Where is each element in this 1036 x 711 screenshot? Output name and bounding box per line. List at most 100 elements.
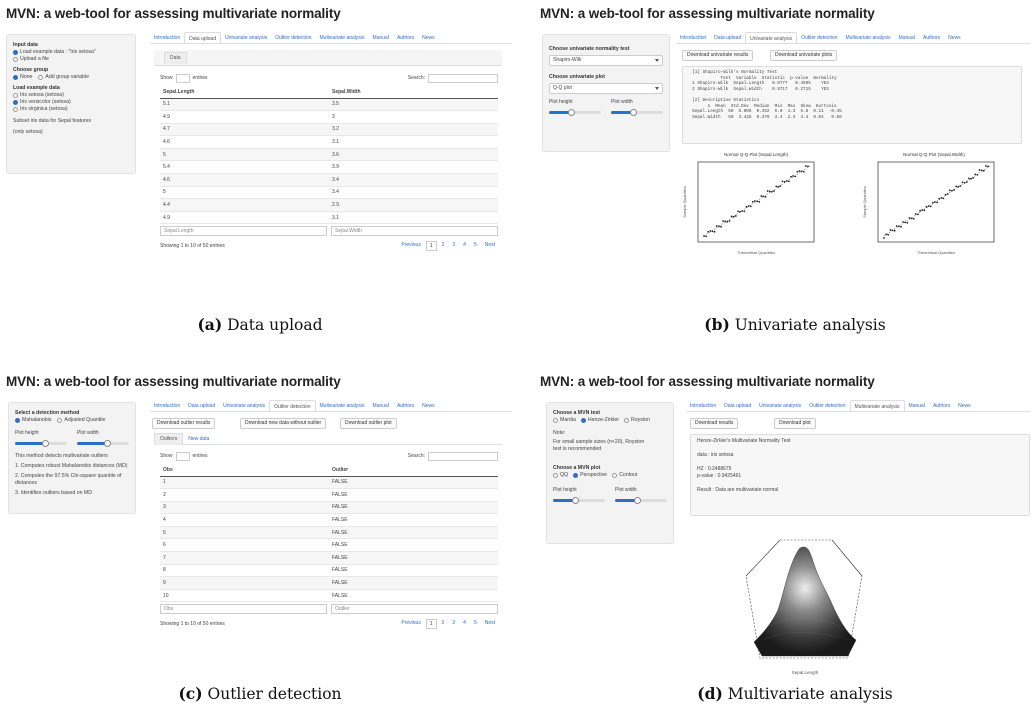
download-new-data-button[interactable]: Download new data without outlier: [240, 418, 327, 429]
tab[interactable]: Introduction: [150, 400, 184, 411]
download-results-button[interactable]: Download results: [690, 418, 739, 429]
download-outlier-results-button[interactable]: Download outlier results: [152, 418, 216, 429]
page-button[interactable]: 4: [460, 241, 469, 251]
entries-select[interactable]: [175, 451, 190, 461]
download-plot-button[interactable]: Download plot: [774, 418, 816, 429]
tab[interactable]: Outlier detection: [269, 400, 316, 411]
tab[interactable]: Multivariate analysis: [842, 32, 895, 43]
filter-input[interactable]: Sepal.Width: [331, 226, 498, 237]
tab-outliers[interactable]: Outliers: [154, 433, 184, 445]
table-cell: FALSE: [329, 526, 498, 540]
tab[interactable]: Manual: [895, 32, 919, 43]
tab[interactable]: Manual: [905, 400, 929, 411]
entries-select[interactable]: [175, 73, 190, 83]
qq-point: [790, 175, 792, 178]
radio-group[interactable]: QQ Perspective Contour: [553, 472, 667, 479]
tab[interactable]: News: [418, 400, 439, 411]
tab[interactable]: Data upload: [710, 32, 745, 43]
page-button[interactable]: 1: [425, 241, 437, 252]
next-button[interactable]: Next: [482, 241, 498, 251]
width-slider[interactable]: Plot width: [615, 487, 667, 504]
tab[interactable]: Manual: [369, 32, 393, 43]
tab[interactable]: Multivariate analysis: [849, 400, 905, 411]
y-axis-label: Sample Quantiles: [862, 186, 867, 218]
tab[interactable]: Authors: [919, 32, 944, 43]
page-button[interactable]: 5: [471, 619, 480, 629]
tab[interactable]: Introduction: [686, 400, 720, 411]
filter-input[interactable]: Outlier: [331, 604, 498, 615]
tab[interactable]: Univariate analysis: [221, 32, 271, 43]
tab[interactable]: Univariate analysis: [755, 400, 805, 411]
height-slider[interactable]: Plot height: [553, 487, 605, 504]
filter-input[interactable]: Obs: [160, 604, 327, 615]
search-input[interactable]: [428, 451, 498, 461]
tab[interactable]: News: [954, 400, 975, 411]
download-results-button[interactable]: Download univariate results: [682, 50, 754, 61]
tab[interactable]: Manual: [369, 400, 393, 411]
tab[interactable]: Authors: [929, 400, 954, 411]
radio-option[interactable]: Iris virginica (setosa): [13, 106, 129, 113]
tab[interactable]: Authors: [393, 32, 418, 43]
tab[interactable]: News: [944, 32, 965, 43]
plot-frame: [697, 161, 815, 243]
height-slider[interactable]: Plot height: [15, 430, 67, 447]
column-header[interactable]: Outlier: [329, 464, 498, 477]
download-outlier-plot-button[interactable]: Download outlier plot: [340, 418, 397, 429]
plot-select[interactable]: Q-Q plot: [549, 83, 663, 94]
caption: (c) Outlier detection: [178, 684, 342, 703]
qq-point: [703, 235, 705, 237]
column-header[interactable]: Sepal.Length: [160, 86, 329, 99]
table-cell: 5: [160, 186, 329, 200]
tab[interactable]: Outlier detection: [271, 32, 315, 43]
height-slider[interactable]: Plot height: [549, 99, 601, 116]
previous-button[interactable]: Previous: [398, 619, 423, 629]
radio-option[interactable]: Iris setosa (setosa): [13, 92, 129, 99]
qq-point: [931, 201, 934, 204]
tab[interactable]: Univariate analysis: [219, 400, 269, 411]
radio-group[interactable]: Mahalanobis Adjusted Quantile: [15, 417, 129, 424]
tab[interactable]: Data upload: [184, 400, 219, 411]
page-button[interactable]: 2: [439, 241, 448, 251]
download-plots-button[interactable]: Download univariate plots: [770, 50, 838, 61]
search-input[interactable]: [428, 73, 498, 83]
tab[interactable]: Univariate analysis: [745, 32, 798, 43]
page-button[interactable]: 2: [439, 619, 448, 629]
tab[interactable]: Introduction: [150, 32, 184, 43]
column-header[interactable]: Sepal.Width: [329, 86, 498, 99]
tab[interactable]: Outlier detection: [797, 32, 841, 43]
width-slider[interactable]: Plot width: [77, 430, 129, 447]
test-select[interactable]: Shapiro-Wilk: [549, 55, 663, 66]
column-header[interactable]: Obs: [160, 464, 329, 477]
tab[interactable]: News: [418, 32, 439, 43]
table-row: 4.4 2.9: [160, 198, 498, 212]
previous-button[interactable]: Previous: [398, 241, 423, 251]
next-button[interactable]: Next: [482, 619, 498, 629]
qq-point: [951, 189, 953, 192]
tab[interactable]: Multivariate analysis: [316, 400, 369, 411]
qq-point: [959, 185, 962, 187]
subtabs: Outliers New data: [154, 433, 502, 445]
page-button[interactable]: 1: [425, 619, 437, 630]
x-axis-label: Theoretical Quantiles: [737, 250, 775, 255]
radio-option[interactable]: None Add group variable: [13, 74, 129, 81]
tab-new-data[interactable]: New data: [183, 434, 214, 445]
radio-icon: [57, 418, 63, 423]
radio-option[interactable]: Iris versicolor (setosa): [13, 99, 129, 106]
width-slider[interactable]: Plot width: [611, 99, 663, 116]
tab[interactable]: Multivariate analysis: [316, 32, 369, 43]
page-button[interactable]: 3: [449, 241, 458, 251]
tab[interactable]: Introduction: [676, 32, 710, 43]
tab[interactable]: Outlier detection: [805, 400, 849, 411]
page-button[interactable]: 3: [449, 619, 458, 629]
page-button[interactable]: 5: [471, 241, 480, 251]
tab-data[interactable]: Data: [164, 51, 187, 64]
radio-option[interactable]: Load example data : "Iris setosa": [13, 49, 129, 56]
tab[interactable]: Data upload: [184, 32, 222, 43]
radio-group[interactable]: Mardia Henze-Zirkler Royston: [553, 417, 667, 424]
table-cell: 4.6: [160, 173, 329, 187]
tab[interactable]: Authors: [393, 400, 418, 411]
radio-option[interactable]: Upload a file: [13, 56, 129, 63]
tab[interactable]: Data upload: [720, 400, 755, 411]
filter-input[interactable]: Sepal.Length: [160, 226, 327, 237]
page-button[interactable]: 4: [460, 619, 469, 629]
